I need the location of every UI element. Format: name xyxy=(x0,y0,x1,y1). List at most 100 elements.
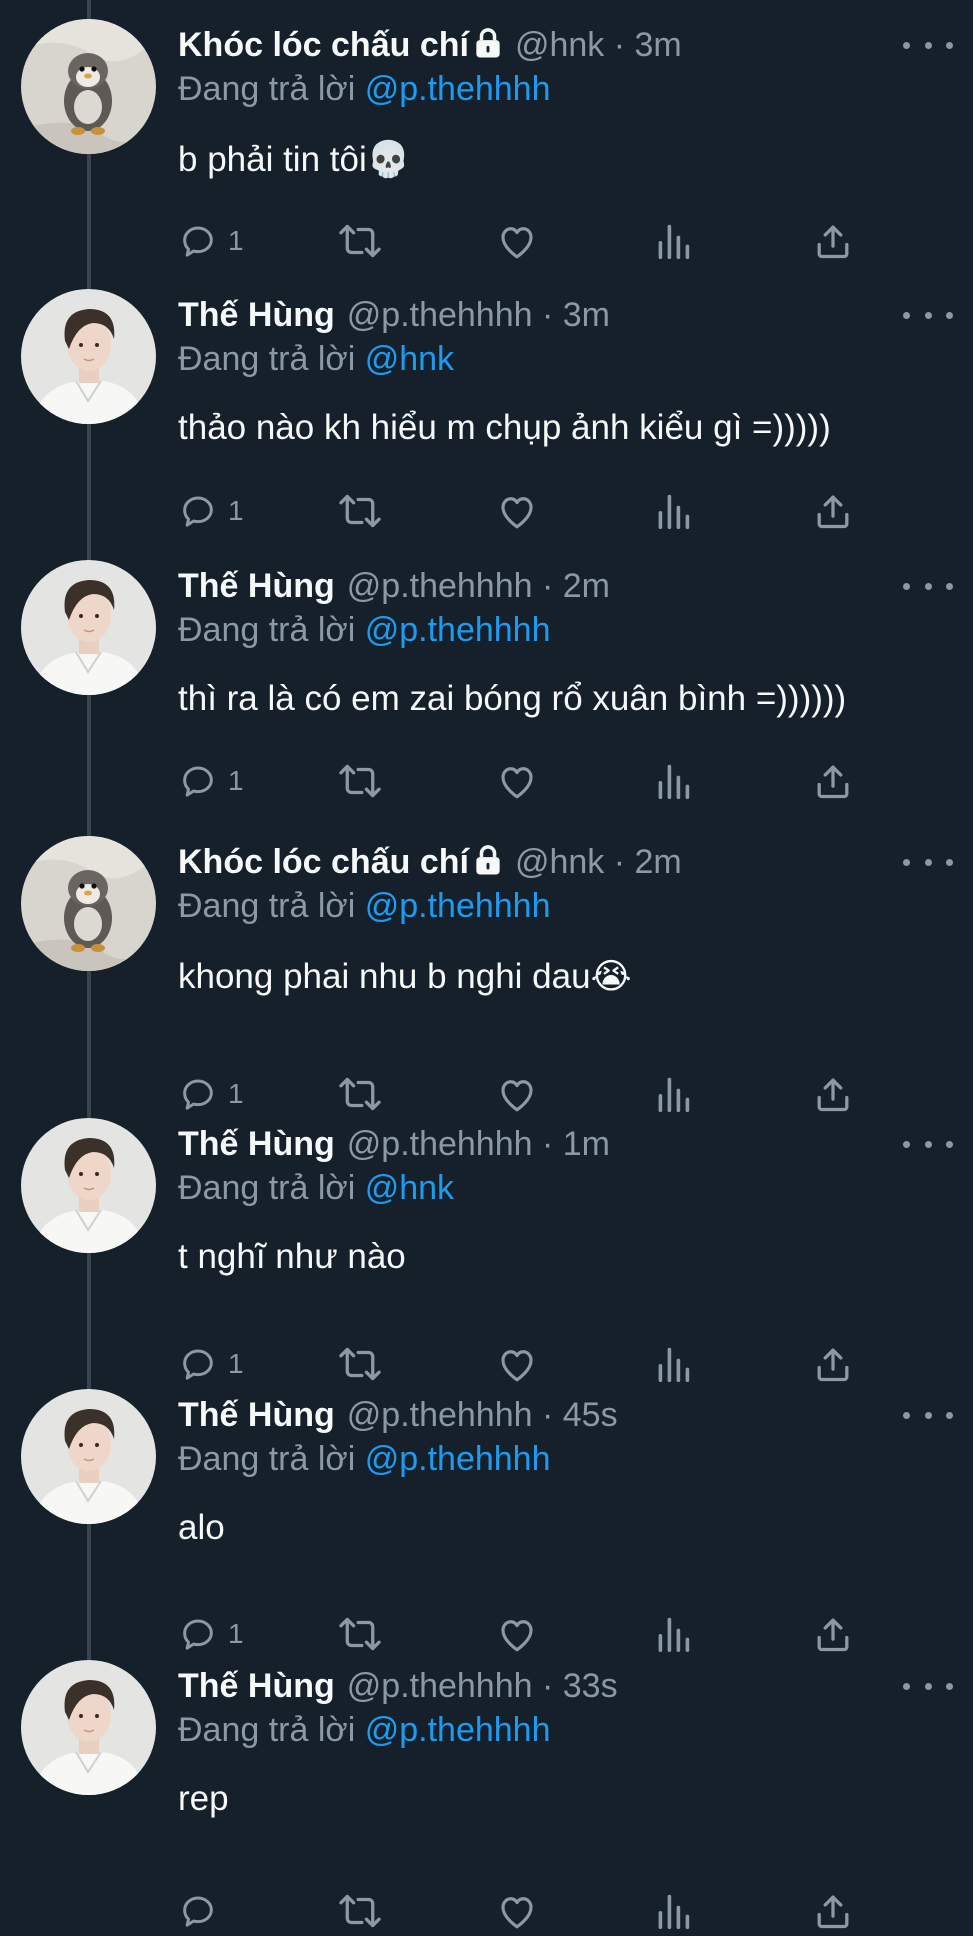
views-button[interactable] xyxy=(655,1886,691,1936)
handle-and-time[interactable]: @p.thehhhh · 2m xyxy=(347,567,610,605)
more-options-icon[interactable] xyxy=(903,1123,953,1165)
more-options-icon[interactable] xyxy=(903,294,953,336)
more-options-icon[interactable] xyxy=(903,24,953,66)
retweet-button[interactable] xyxy=(336,1886,384,1936)
share-button[interactable] xyxy=(814,486,852,536)
replying-to-line: Đang trả lời @p.thehhhh xyxy=(178,608,551,652)
replying-to-line: Đang trả lời @hnk xyxy=(178,1166,454,1210)
mention-link[interactable]: @p.thehhhh xyxy=(365,887,551,925)
tweet-header: Thế Hùng @p.thehhhh · 2m xyxy=(178,565,953,607)
mention-link[interactable]: @hnk xyxy=(365,1169,454,1207)
retweet-icon xyxy=(336,221,384,261)
display-name[interactable]: Thế Hùng xyxy=(178,1125,335,1163)
more-options-icon[interactable] xyxy=(903,841,953,883)
reply-button[interactable]: 1 xyxy=(178,756,244,806)
tweet-2[interactable]: Thế Hùng @p.thehhhh · 3m Đang trả lời @hn… xyxy=(0,270,973,541)
mention-link[interactable]: @hnk xyxy=(365,340,454,378)
analytics-icon xyxy=(655,1891,691,1931)
reply-button[interactable]: 1 xyxy=(178,486,244,536)
heart-icon xyxy=(496,761,538,801)
tweet-text: t nghĩ như nào xyxy=(178,1234,406,1280)
tweet-text-content: khong phai nhu b nghi dau xyxy=(178,957,591,996)
person-avatar[interactable] xyxy=(21,1389,156,1524)
reply-icon xyxy=(178,761,218,801)
views-button[interactable] xyxy=(655,486,691,536)
views-button[interactable] xyxy=(655,216,691,266)
handle-and-time[interactable]: @p.thehhhh · 3m xyxy=(347,296,610,334)
display-name[interactable]: Khóc lóc chấu chí xyxy=(178,26,469,64)
more-options-icon[interactable] xyxy=(903,565,953,607)
tweet-text-content: b phải tin tôi xyxy=(178,140,367,179)
handle-and-time[interactable]: @hnk · 3m xyxy=(515,26,682,64)
tweet-text-content: thì ra là có em zai bóng rổ xuân bình =)… xyxy=(178,679,847,718)
more-options-icon[interactable] xyxy=(903,1665,953,1707)
penguin-plush-avatar[interactable] xyxy=(21,19,156,154)
person-avatar[interactable] xyxy=(21,1660,156,1795)
tweet-header: Thế Hùng @p.thehhhh · 33s xyxy=(178,1665,953,1707)
tweet-7[interactable]: Thế Hùng @p.thehhhh · 33s Đang trả lời @p… xyxy=(0,1641,973,1929)
retweet-button[interactable] xyxy=(336,486,384,536)
more-options-icon[interactable] xyxy=(903,1394,953,1436)
share-button[interactable] xyxy=(814,216,852,266)
heart-icon xyxy=(496,221,538,261)
tweet-text-content: rep xyxy=(178,1779,229,1818)
mention-link[interactable]: @p.thehhhh xyxy=(365,70,551,108)
tweet-1[interactable]: Khóc lóc chấu chí @hnk · 3m Đang trả lời … xyxy=(0,0,973,270)
person-avatar[interactable] xyxy=(21,1118,156,1253)
like-button[interactable] xyxy=(496,216,538,266)
person-avatar[interactable] xyxy=(21,560,156,695)
display-name[interactable]: Thế Hùng xyxy=(178,1667,335,1705)
person-avatar[interactable] xyxy=(21,289,156,424)
views-button[interactable] xyxy=(655,756,691,806)
reply-count: 1 xyxy=(228,495,244,526)
replying-to-label: Đang trả lời xyxy=(178,1711,356,1749)
mention-link[interactable]: @p.thehhhh xyxy=(365,1711,551,1749)
emoji: 😭 xyxy=(590,957,632,996)
display-name[interactable]: Thế Hùng xyxy=(178,1396,335,1434)
tweet-text-content: t nghĩ như nào xyxy=(178,1237,406,1276)
retweet-icon xyxy=(336,1891,384,1931)
replying-to-label: Đang trả lời xyxy=(178,1440,356,1478)
handle-and-time[interactable]: @p.thehhhh · 33s xyxy=(347,1667,618,1705)
like-button[interactable] xyxy=(496,756,538,806)
display-name[interactable]: Thế Hùng xyxy=(178,296,335,334)
lock-icon xyxy=(473,27,503,69)
penguin-plush-avatar[interactable] xyxy=(21,836,156,971)
tweet-text: rep xyxy=(178,1776,229,1822)
analytics-icon xyxy=(655,221,691,261)
retweet-button[interactable] xyxy=(336,756,384,806)
reply-count: 1 xyxy=(228,765,244,796)
display-name[interactable]: Thế Hùng xyxy=(178,567,335,605)
heart-icon xyxy=(496,1891,538,1931)
handle-and-time[interactable]: @hnk · 2m xyxy=(515,843,682,881)
share-button[interactable] xyxy=(814,1886,852,1936)
display-name[interactable]: Khóc lóc chấu chí xyxy=(178,843,469,881)
reply-button[interactable]: 1 xyxy=(178,216,244,266)
reply-icon xyxy=(178,491,218,531)
lock-icon xyxy=(473,844,503,886)
tweet-text: khong phai nhu b nghi dau😭 xyxy=(178,954,632,1000)
retweet-icon xyxy=(336,491,384,531)
reply-button[interactable] xyxy=(178,1886,228,1936)
tweet-3[interactable]: Thế Hùng @p.thehhhh · 2m Đang trả lời @p.… xyxy=(0,541,973,817)
tweet-6[interactable]: Thế Hùng @p.thehhhh · 45s Đang trả lời @p… xyxy=(0,1370,973,1652)
share-icon xyxy=(814,1891,852,1931)
analytics-icon xyxy=(655,491,691,531)
share-icon xyxy=(814,491,852,531)
handle-and-time[interactable]: @p.thehhhh · 1m xyxy=(347,1125,610,1163)
mention-link[interactable]: @p.thehhhh xyxy=(365,611,551,649)
tweet-5[interactable]: Thế Hùng @p.thehhhh · 1m Đang trả lời @hn… xyxy=(0,1099,973,1382)
share-icon xyxy=(814,221,852,261)
reply-count: 1 xyxy=(228,225,244,256)
like-button[interactable] xyxy=(496,486,538,536)
handle-and-time[interactable]: @p.thehhhh · 45s xyxy=(347,1396,618,1434)
mention-link[interactable]: @p.thehhhh xyxy=(365,1440,551,1478)
share-button[interactable] xyxy=(814,756,852,806)
replying-to-line: Đang trả lời @p.thehhhh xyxy=(178,67,551,111)
retweet-icon xyxy=(336,761,384,801)
tweet-4[interactable]: Khóc lóc chấu chí @hnk · 2m Đang trả lời … xyxy=(0,817,973,1112)
like-button[interactable] xyxy=(496,1886,538,1936)
retweet-button[interactable] xyxy=(336,216,384,266)
reply-icon xyxy=(178,221,218,261)
replying-to-line: Đang trả lời @hnk xyxy=(178,337,454,381)
